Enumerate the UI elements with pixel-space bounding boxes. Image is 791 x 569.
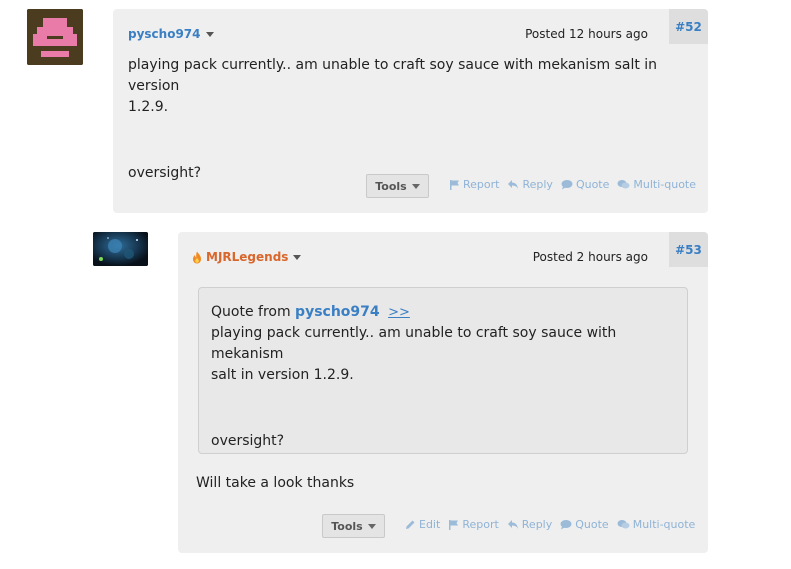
posted-time: Posted 12 hours ago	[525, 27, 648, 41]
edit-label: Edit	[419, 518, 441, 531]
chevron-down-icon	[367, 523, 376, 529]
quote-label: Quote	[575, 518, 609, 531]
reply-label: Reply	[522, 178, 553, 191]
multi-quote-link[interactable]: Multi-quote	[617, 178, 696, 191]
space-avatar-image	[93, 232, 148, 266]
post-number-link[interactable]: #52	[669, 9, 708, 44]
post-body-line: Will take a look thanks	[196, 475, 355, 491]
report-link[interactable]: Report	[448, 518, 499, 531]
reply-label: Reply	[521, 518, 553, 531]
pixel-avatar-image	[27, 9, 83, 65]
flame-icon	[193, 251, 201, 263]
avatar-mjrlegends[interactable]	[93, 232, 148, 266]
multi-quote-link[interactable]: Multi-quote	[617, 518, 696, 531]
quote-link[interactable]: Quote	[560, 518, 609, 531]
speech-bubble-icon	[560, 520, 572, 530]
chevron-down-icon	[411, 183, 420, 189]
quote-body-line: oversight?	[211, 433, 285, 449]
reply-link[interactable]: Reply	[507, 178, 553, 191]
tools-button[interactable]: Tools	[366, 174, 429, 198]
quote-label: Quote	[575, 178, 610, 191]
multi-quote-label: Multi-quote	[632, 518, 696, 531]
quote-body-line: playing pack currently.. am unable to cr…	[211, 325, 617, 362]
speech-bubble-icon	[561, 180, 573, 190]
post-53: #53 MJRLegends Posted 2 hours ago Quote …	[178, 232, 708, 553]
quote-prefix: Quote from	[211, 304, 291, 320]
quote-source-link[interactable]: >>	[388, 305, 410, 320]
tools-label: Tools	[375, 179, 407, 193]
edit-link[interactable]: Edit	[405, 518, 440, 531]
report-link[interactable]: Report	[449, 178, 499, 191]
chevron-down-icon	[205, 31, 214, 37]
post-actions: Report Reply Quote Multi-quote	[449, 178, 696, 191]
quote-link[interactable]: Quote	[561, 178, 609, 191]
reply-arrow-icon	[507, 520, 518, 529]
speech-bubbles-icon	[617, 520, 630, 529]
posted-time: Posted 2 hours ago	[532, 250, 648, 264]
author-name[interactable]: pyscho974	[128, 27, 201, 41]
chevron-down-icon	[293, 254, 302, 260]
quote-block: Quote from pyscho974 >> playing pack cur…	[198, 287, 688, 454]
post-body: Will take a look thanks	[196, 473, 354, 494]
flag-icon	[450, 180, 459, 190]
quote-body: playing pack currently.. am unable to cr…	[211, 323, 675, 452]
reply-arrow-icon	[508, 180, 519, 189]
avatar-pyscho974[interactable]	[27, 9, 83, 65]
reply-link[interactable]: Reply	[507, 518, 552, 531]
post-body: playing pack currently.. am unable to cr…	[128, 55, 708, 184]
tools-label: Tools	[331, 519, 363, 533]
flag-icon	[449, 520, 459, 530]
post-body-line: playing pack currently.. am unable to cr…	[128, 57, 658, 94]
post-actions: Edit Report Reply Quote Multi-quote	[405, 518, 695, 531]
quote-body-line: salt in version 1.2.9.	[211, 367, 354, 383]
speech-bubbles-icon	[617, 180, 630, 189]
author-name[interactable]: MJRLegends	[206, 250, 288, 264]
report-label: Report	[462, 518, 499, 531]
author-menu[interactable]: pyscho974	[128, 27, 214, 41]
report-label: Report	[463, 178, 500, 191]
author-menu[interactable]: MJRLegends	[192, 250, 302, 264]
tools-button[interactable]: Tools	[322, 514, 385, 538]
post-body-line: 1.2.9.	[128, 99, 169, 115]
quote-header: Quote from pyscho974 >>	[211, 302, 675, 323]
quote-author-link[interactable]: pyscho974	[295, 304, 380, 320]
post-52: #52 pyscho974 Posted 12 hours ago playin…	[113, 9, 708, 213]
post-number-link[interactable]: #53	[669, 232, 708, 267]
pencil-icon	[406, 520, 415, 529]
multi-quote-label: Multi-quote	[633, 178, 697, 191]
